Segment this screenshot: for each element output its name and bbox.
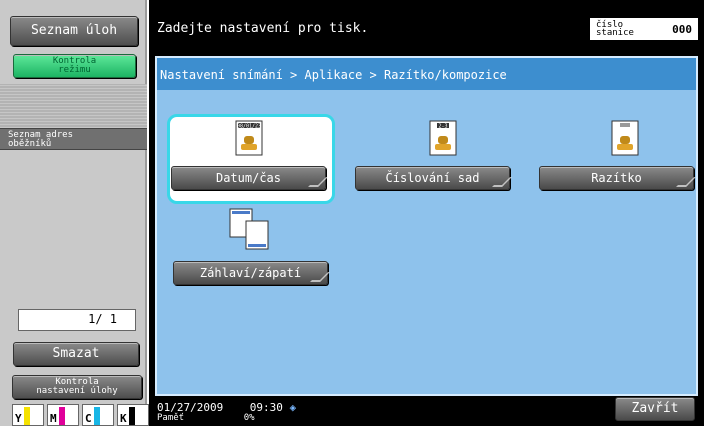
delete-button[interactable]: Smazat [13,342,139,366]
main-area: Zadejte nastavení pro tisk. číslo stanic… [149,0,704,426]
memory-label: Paměť [157,413,185,423]
settings-panel: Nastavení snímání > Aplikace > Razítko/k… [155,56,698,396]
sidebar: Seznam úloh Kontrola režimu Seznam adres… [0,0,149,426]
toner-magenta-bar [58,407,65,425]
sidebar-stripe-top [0,84,147,128]
toner-cyan-bar [93,407,100,425]
status-bar: 01/27/2009 09:30 ◈ Paměť 0% [157,402,296,424]
header-footer-icon[interactable] [229,208,271,254]
station-label: číslo stanice [596,21,652,38]
toner-levels: Y M C K [12,404,149,426]
set-numbering-button[interactable]: Číslování sad [355,166,510,190]
breadcrumb: Nastavení snímání > Aplikace > Razítko/k… [157,58,696,90]
stamp-icon[interactable] [611,120,639,160]
toner-black-label: K [120,412,127,425]
mode-check-label-line2: režimu [58,65,91,75]
stamp-button[interactable]: Razítko [539,166,694,190]
toner-magenta-label: M [50,412,57,425]
toner-black: K [117,404,149,426]
toner-yellow-label: Y [15,412,22,425]
network-icon: ◈ [289,401,297,414]
date-time-button[interactable]: Datum/čas [171,166,326,190]
date-stamp-icon-text: 08/01/23 [237,123,261,129]
page-counter: 1/ 1 [18,309,136,331]
toner-cyan: C [82,404,114,426]
close-button[interactable]: Zavřít [615,397,695,421]
station-number-box: číslo stanice 000 [590,18,698,40]
toner-yellow: Y [12,404,44,426]
memory-value: 0% [243,413,255,423]
station-number: 000 [672,22,692,36]
set-numbering-stamp-icon[interactable]: 2-3 [429,120,457,160]
address-tab-line2: oběžníků [8,139,52,149]
toner-cyan-label: C [85,412,92,425]
instruction-message: Zadejte nastavení pro tisk. [157,21,369,36]
mode-check-button[interactable]: Kontrola režimu [13,54,136,78]
address-list-tab[interactable]: Seznam adres oběžníků [0,128,147,150]
set-number-icon-text: 2-3 [438,123,447,129]
header-footer-button[interactable]: Záhlaví/zápatí [173,261,328,285]
toner-black-bar [128,407,135,425]
job-list-button[interactable]: Seznam úloh [10,16,138,46]
check-job-settings-button[interactable]: Kontrola nastavení úlohy [12,375,142,399]
check-job-line2: nastavení úlohy [36,386,118,396]
toner-magenta: M [47,404,79,426]
station-label-line2: stanice [596,28,634,38]
date-time-stamp-icon[interactable]: 08/01/23 [235,120,263,160]
toner-yellow-bar [23,407,30,425]
